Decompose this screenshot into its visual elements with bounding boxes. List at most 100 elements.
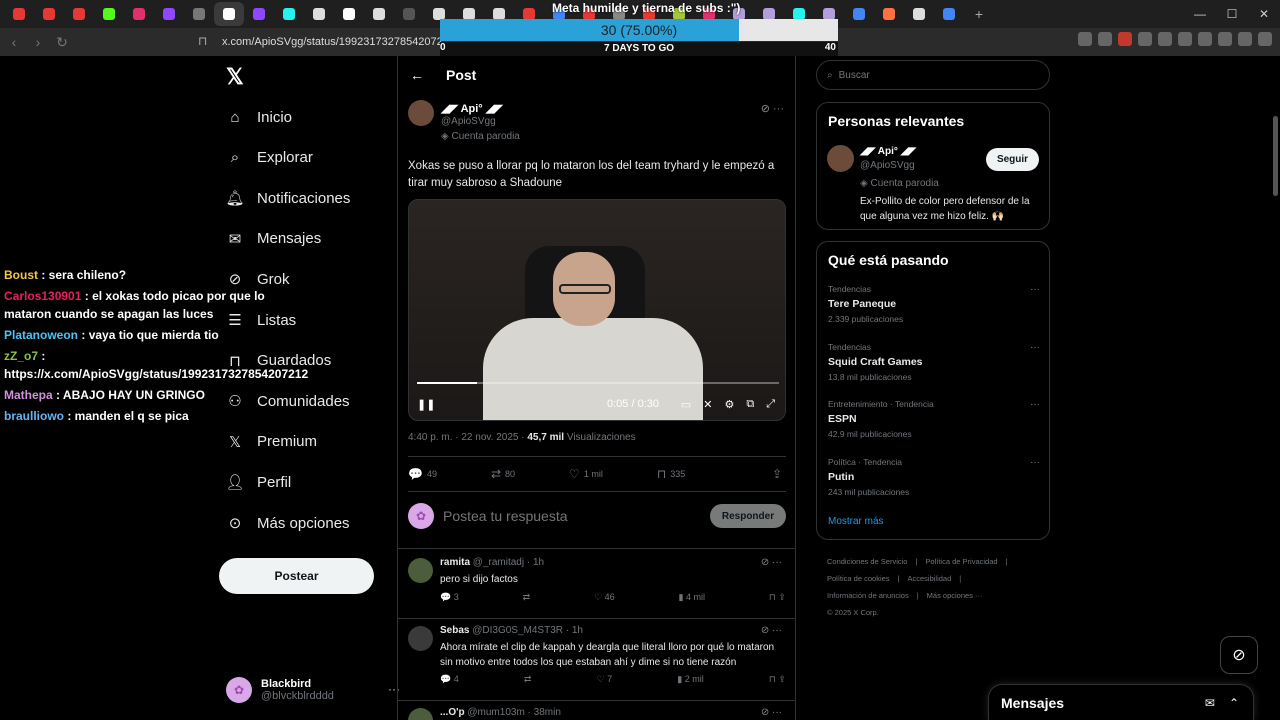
reply-post[interactable]: ...O'p @mum103m · 38min ⊘ ··· bbox=[408, 706, 786, 720]
browser-tab[interactable] bbox=[274, 2, 304, 26]
reply-stat[interactable]: 💬 49 bbox=[408, 467, 437, 481]
more-dots-icon[interactable]: ··· bbox=[773, 103, 784, 115]
reply-input[interactable] bbox=[443, 508, 710, 524]
reply-author[interactable]: ...O'p bbox=[440, 707, 465, 718]
browser-tab[interactable] bbox=[334, 2, 364, 26]
footer-link[interactable]: Política de cookies bbox=[827, 574, 890, 583]
nav-item-premium[interactable]: 𝕏 Premium bbox=[226, 427, 317, 457]
repost-icon[interactable]: ⇄ bbox=[524, 674, 532, 685]
extension-icon[interactable] bbox=[1238, 32, 1252, 46]
browser-tab[interactable] bbox=[184, 2, 214, 26]
rel-name[interactable]: ◢◤ Api° ◢◤ bbox=[860, 146, 916, 157]
footer-link[interactable]: Política de Privacidad bbox=[925, 557, 997, 566]
repost-stat[interactable]: ⇄ 80 bbox=[491, 467, 515, 481]
more-dots-icon[interactable]: ··· bbox=[772, 557, 782, 568]
chat-username[interactable]: Carlos130901 bbox=[4, 289, 81, 303]
reply-icon[interactable]: 💬 3 bbox=[440, 592, 459, 603]
video-progress-bar[interactable] bbox=[417, 382, 779, 384]
chat-username[interactable]: Mathepa bbox=[4, 388, 53, 402]
avatar[interactable] bbox=[827, 145, 854, 172]
extension-icon[interactable] bbox=[1158, 32, 1172, 46]
post-timestamp[interactable]: 4:40 p. m. · 22 nov. 2025 · bbox=[408, 432, 525, 443]
account-switcher[interactable]: ✿ Blackbird @blvckblrdddd ··· bbox=[226, 670, 400, 710]
reply-post[interactable]: Sebas @DI3G0S_M4ST3R · 1h ⊘ ··· Ahora míra… bbox=[408, 624, 786, 696]
footer-link[interactable]: Información de anuncios bbox=[827, 591, 909, 600]
more-dots-icon[interactable]: ··· bbox=[1030, 399, 1040, 410]
heart-icon[interactable]: ♡ 46 bbox=[594, 592, 615, 603]
footer-link[interactable]: Condiciones de Servicio bbox=[827, 557, 907, 566]
mute-icon[interactable]: ✕ bbox=[703, 398, 712, 411]
grok-icon[interactable]: ⊘ bbox=[761, 625, 769, 636]
nav-item-notificaciones[interactable]: 🔔︎ Notificaciones bbox=[225, 183, 350, 213]
chat-username[interactable]: zZ_o7 bbox=[4, 349, 38, 363]
more-dots-icon[interactable]: ··· bbox=[772, 625, 782, 636]
browser-tab[interactable] bbox=[304, 2, 334, 26]
page-scrollbar[interactable] bbox=[1270, 56, 1280, 720]
reply-icon[interactable]: 💬 4 bbox=[440, 674, 459, 685]
post-button[interactable]: Postear bbox=[219, 558, 374, 594]
reload-icon[interactable]: ↻ bbox=[52, 34, 72, 51]
browser-tab[interactable] bbox=[874, 2, 904, 26]
new-tab-icon[interactable]: + bbox=[964, 2, 994, 26]
chat-username[interactable]: braulliowo bbox=[4, 409, 64, 423]
views-icon[interactable]: ▮ 2 mil bbox=[677, 674, 703, 685]
repost-icon[interactable]: ⇄ bbox=[523, 592, 531, 603]
browser-tab[interactable] bbox=[364, 2, 394, 26]
avatar[interactable] bbox=[408, 558, 433, 583]
reply-author[interactable]: ramita bbox=[440, 557, 470, 568]
show-more-link[interactable]: Mostrar más bbox=[828, 516, 884, 527]
grok-icon[interactable]: ⊘ bbox=[761, 103, 770, 115]
footer-link[interactable]: Más opciones ··· bbox=[927, 591, 983, 600]
extension-icon[interactable] bbox=[1198, 32, 1212, 46]
bookmark-icon[interactable]: ⊓ ⇪ bbox=[769, 674, 786, 685]
grok-icon[interactable]: ⊘ bbox=[761, 707, 769, 718]
x-logo-icon[interactable]: 𝕏 bbox=[226, 64, 244, 90]
rel-handle[interactable]: @ApioSVgg bbox=[860, 160, 915, 171]
browser-tab[interactable] bbox=[244, 2, 274, 26]
trend-item[interactable]: Tendencias Tere Paneque 2.339 publicacione… bbox=[828, 284, 1040, 324]
avatar[interactable] bbox=[408, 100, 434, 126]
captions-icon[interactable]: ▭ bbox=[681, 398, 691, 411]
follow-button[interactable]: Seguir bbox=[986, 148, 1039, 171]
grok-button[interactable]: ⊘ bbox=[1220, 636, 1258, 674]
close-window-icon[interactable]: ✕ bbox=[1248, 0, 1280, 28]
views-icon[interactable]: ▮ 4 mil bbox=[679, 592, 705, 603]
back-arrow-icon[interactable]: ‹ bbox=[4, 34, 24, 50]
nav-item-mensajes[interactable]: ✉ Mensajes bbox=[226, 224, 322, 254]
extension-icon[interactable] bbox=[1078, 32, 1092, 46]
url-input[interactable]: x.com/ApioSVgg/status/199231732785420721… bbox=[222, 31, 444, 53]
avatar[interactable] bbox=[408, 626, 433, 651]
extension-icon[interactable] bbox=[1178, 32, 1192, 46]
popout-icon[interactable]: ⧉ bbox=[746, 398, 754, 411]
chat-username[interactable]: Platanoweon bbox=[4, 328, 78, 342]
forward-arrow-icon[interactable]: › bbox=[28, 34, 48, 50]
more-dots-icon[interactable]: ··· bbox=[772, 707, 782, 718]
trend-item[interactable]: Política · Tendencia Putin 243 mil publica… bbox=[828, 457, 1040, 497]
author-name[interactable]: ◢◤ Api° ◢◤ bbox=[441, 102, 503, 115]
new-message-icon[interactable]: ✉ bbox=[1205, 696, 1215, 710]
reply-handle[interactable]: @_ramitadj · 1h bbox=[473, 557, 544, 568]
heart-icon[interactable]: ♡ 7 bbox=[597, 674, 613, 685]
settings-icon[interactable]: ⚙ bbox=[724, 398, 734, 411]
author-handle[interactable]: @ApioSVgg bbox=[441, 116, 496, 127]
browser-tab[interactable] bbox=[904, 2, 934, 26]
trend-item[interactable]: Tendencias Squid Craft Games 13,8 mil publ… bbox=[828, 342, 1040, 382]
nav-item-inicio[interactable]: ⌂ Inicio bbox=[226, 102, 292, 132]
share-icon[interactable]: ⇪ bbox=[772, 467, 782, 481]
messages-drawer[interactable]: Mensajes ✉ ⌃ bbox=[988, 684, 1254, 720]
extension-icon[interactable] bbox=[1138, 32, 1152, 46]
extension-icon[interactable] bbox=[1118, 32, 1132, 46]
footer-link[interactable]: Accesibilidad bbox=[908, 574, 952, 583]
like-stat[interactable]: ♡ 1 mil bbox=[569, 467, 603, 481]
bookmark-stat[interactable]: ⊓ 335 bbox=[657, 467, 685, 481]
extension-icon[interactable] bbox=[1258, 32, 1272, 46]
expand-icon[interactable]: ⌃ bbox=[1229, 696, 1239, 710]
reply-post[interactable]: ramita @_ramitadj · 1h ⊘ ··· pero si dijo … bbox=[408, 556, 786, 614]
extension-icon[interactable] bbox=[1218, 32, 1232, 46]
avatar[interactable] bbox=[408, 708, 433, 720]
bookmark-icon[interactable]: ⊓ ⇪ bbox=[769, 592, 786, 603]
footer-link[interactable]: © 2025 X Corp. bbox=[827, 608, 879, 617]
nav-item-perfil[interactable]: 👤︎ Perfil bbox=[225, 467, 291, 497]
browser-tab[interactable] bbox=[394, 2, 424, 26]
minimize-icon[interactable]: — bbox=[1184, 0, 1216, 28]
